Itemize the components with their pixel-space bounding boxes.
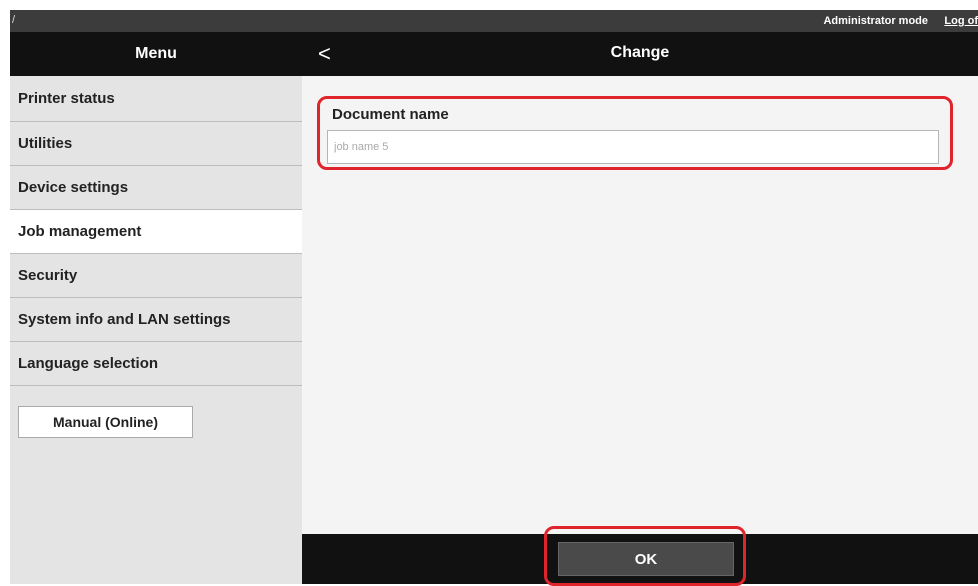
footer-bar: OK [302, 526, 978, 586]
page-title: Change [610, 44, 670, 61]
sidebar-item-label: Device settings [18, 179, 129, 196]
sidebar-item-label: Job management [18, 223, 142, 240]
menu-title: Menu [135, 45, 177, 62]
breadcrumb-slash: / [12, 14, 16, 26]
sidebar-item-label: Printer status [18, 90, 115, 107]
ok-button[interactable]: OK [558, 542, 734, 576]
main-content: Document name [302, 76, 978, 534]
sidebar-item-device-settings[interactable]: Device settings [10, 166, 302, 210]
sidebar-item-job-management[interactable]: Job management [10, 210, 302, 254]
document-name-input[interactable] [327, 130, 939, 164]
administrator-mode-label: Administrator mode [823, 15, 928, 27]
sidebar-item-label: Security [18, 267, 78, 284]
sidebar-item-label: Language selection [18, 355, 159, 372]
logout-link[interactable]: Log of [944, 15, 978, 27]
sidebar-item-label: System info and LAN settings [18, 311, 231, 328]
menu-header: Menu [10, 32, 302, 76]
page-header: < Change [302, 32, 978, 76]
sidebar-item-label: Utilities [18, 135, 73, 152]
sidebar-item-utilities[interactable]: Utilities [10, 122, 302, 166]
document-name-label: Document name [332, 106, 449, 123]
sidebar-item-security[interactable]: Security [10, 254, 302, 298]
sidebar-item-language-selection[interactable]: Language selection [10, 342, 302, 386]
sidebar-item-printer-status[interactable]: Printer status [10, 76, 302, 122]
top-status-bar: / Administrator mode Log of [10, 10, 978, 32]
manual-online-button[interactable]: Manual (Online) [18, 406, 193, 438]
sidebar-item-system-info[interactable]: System info and LAN settings [10, 298, 302, 342]
sidebar: Printer status Utilities Device settings… [10, 76, 302, 584]
